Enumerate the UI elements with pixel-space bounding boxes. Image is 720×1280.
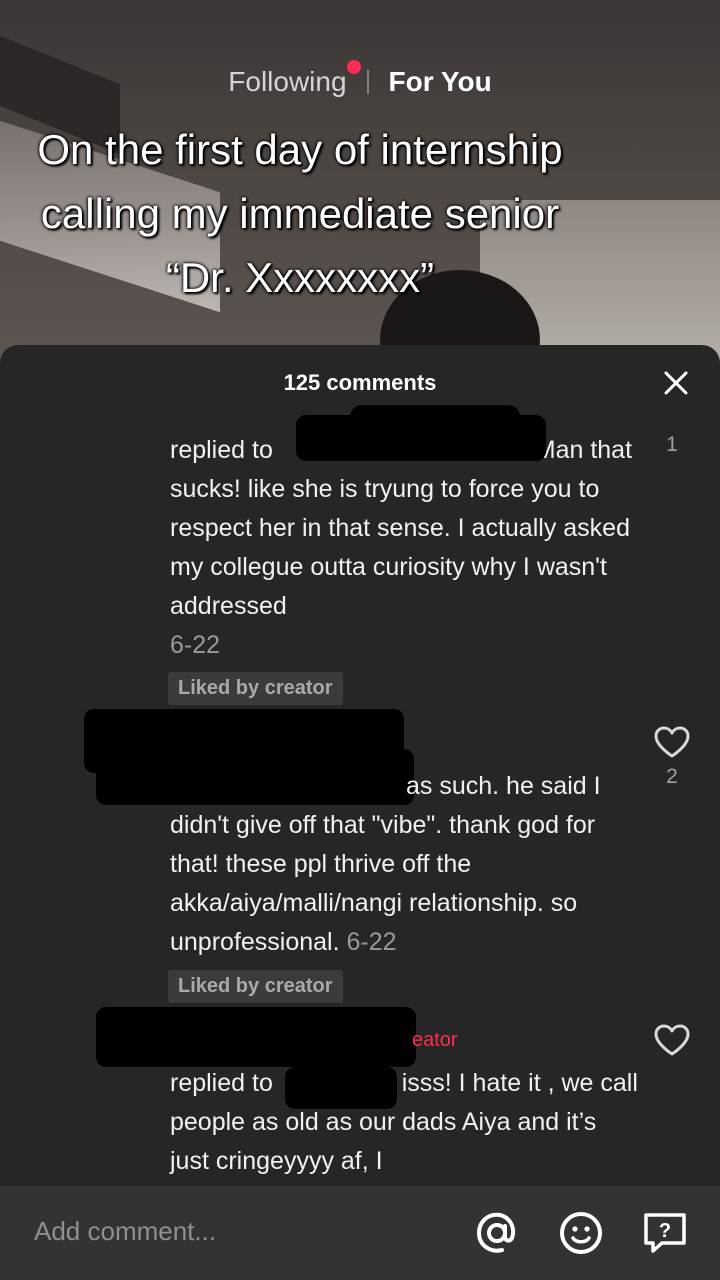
- tab-divider: [366, 70, 369, 94]
- comment-input-bar: Add comment... ?: [0, 1186, 720, 1280]
- video-caption: On the first day of internship calling m…: [37, 126, 563, 301]
- question-button[interactable]: ?: [642, 1210, 688, 1256]
- close-icon: [664, 371, 688, 395]
- redaction: [285, 1067, 397, 1109]
- like-count: 2: [666, 765, 678, 788]
- like-control[interactable]: [650, 1023, 694, 1057]
- question-icon: ?: [644, 1213, 686, 1253]
- comment-text: replied to. Man that sucks! like she is …: [170, 431, 640, 665]
- tab-following-label: Following: [228, 66, 347, 97]
- svg-text:?: ?: [659, 1220, 671, 1242]
- creator-tag: eator: [412, 1029, 458, 1051]
- close-button[interactable]: [662, 369, 690, 397]
- comment-text: replied to It isss! I hate it , we call p…: [170, 1064, 640, 1181]
- mention-button[interactable]: [474, 1210, 520, 1256]
- comment-date: 6-22: [346, 928, 397, 956]
- comment-reply-prefix: replied to: [170, 436, 273, 464]
- liked-by-creator-badge: Liked by creator: [168, 970, 343, 1003]
- comment-input[interactable]: Add comment...: [34, 1216, 216, 1247]
- redaction: [350, 405, 520, 429]
- heart-icon: [654, 1024, 690, 1056]
- emoji-button[interactable]: [558, 1210, 604, 1256]
- like-control[interactable]: 2: [650, 725, 694, 789]
- heart-icon: [654, 726, 690, 758]
- comments-sheet: 125 comments replied to. Man that sucks!…: [0, 345, 720, 1280]
- like-count: 1: [666, 433, 678, 456]
- liked-by-creator-badge: Liked by creator: [168, 672, 343, 705]
- comment-date: 6-22: [170, 631, 221, 659]
- redaction: [96, 1007, 416, 1067]
- tab-for-you[interactable]: For You: [389, 66, 492, 98]
- notification-dot: [346, 60, 361, 74]
- like-control[interactable]: 1: [650, 427, 694, 457]
- tab-following[interactable]: Following: [228, 60, 361, 98]
- comment-reply-prefix: replied to: [170, 1069, 273, 1097]
- at-mention-icon: [476, 1212, 516, 1253]
- comment-text: as such. he said I didn't give off that …: [170, 767, 640, 962]
- comments-count: 125 comments: [283, 370, 437, 395]
- feed-tabs: Following For You: [0, 60, 720, 102]
- emoji-icon: [560, 1212, 602, 1254]
